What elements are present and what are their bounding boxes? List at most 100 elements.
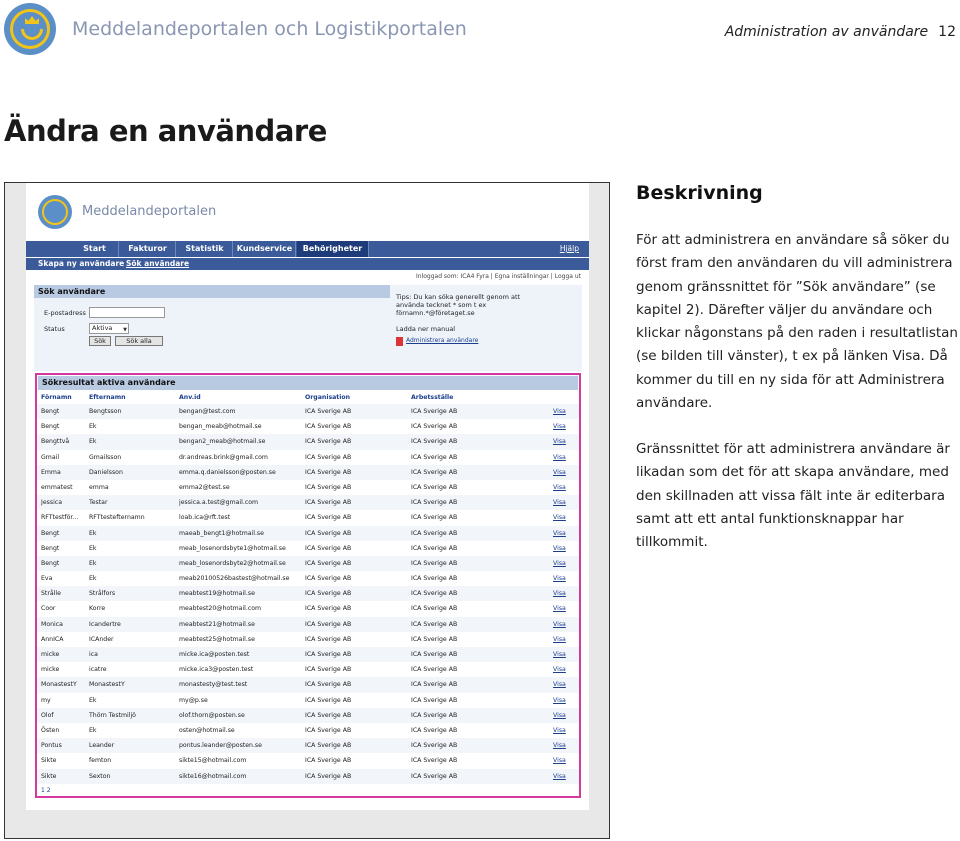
table-row[interactable]: Jessica Testar jessica.a.test@gmail.com ICA…	[37, 495, 579, 511]
search-button[interactable]: Sök	[89, 336, 111, 346]
pager[interactable]: 1 2	[41, 787, 51, 794]
visa-link[interactable]: Visa	[553, 723, 573, 738]
table-row[interactable]: Strålle Strålfors meabtest19@hotmail.se ICA…	[37, 586, 579, 602]
visa-link[interactable]: Visa	[553, 708, 573, 723]
cell-fornamn: Bengt	[41, 408, 60, 415]
visa-link[interactable]: Visa	[553, 510, 573, 525]
cell-efternamn: Ek	[89, 696, 97, 704]
subnav-create-user[interactable]: Skapa ny användare	[38, 258, 124, 270]
visa-link[interactable]: Visa	[553, 480, 573, 495]
help-link[interactable]: Hjälp	[560, 241, 579, 257]
results-panel: Sökresultat aktiva användare Förnamn Eft…	[35, 373, 581, 798]
table-row[interactable]: Bengttvå Ek bengan2_meab@hotmail.se ICA Sve…	[37, 434, 579, 450]
email-input[interactable]	[89, 307, 165, 318]
cell-organisation: ICA Sverige AB	[305, 635, 352, 643]
status-select[interactable]: Aktiva ▼	[89, 323, 129, 334]
table-row[interactable]: MonastestY MonastestY monastesty@test.test…	[37, 677, 579, 693]
table-row[interactable]: Bengt Ek bengan_meab@hotmail.se ICA Sverige…	[37, 419, 579, 434]
cell-organisation: ICA Sverige AB	[305, 544, 352, 552]
col-fornamn[interactable]: Förnamn	[41, 391, 89, 404]
cell-arbetsstalle: ICA Sverige AB	[411, 423, 458, 431]
search-all-button[interactable]: Sök alla	[115, 336, 163, 346]
visa-link[interactable]: Visa	[553, 769, 573, 784]
cell-anvid: meabtest19@hotmail.se	[179, 590, 255, 598]
visa-link[interactable]: Visa	[553, 647, 573, 662]
cell-efternamn: Testar	[89, 499, 108, 507]
manual-link[interactable]: Administrera användare	[406, 337, 478, 344]
visa-link[interactable]: Visa	[553, 526, 573, 541]
visa-link[interactable]: Visa	[553, 753, 573, 768]
status-value: Aktiva	[92, 324, 113, 332]
table-row[interactable]: Östen Ek osten@hotmail.se ICA Sverige AB ICA…	[37, 723, 579, 738]
table-row[interactable]: micke ica micke.ica@posten.test ICA Sverige…	[37, 647, 579, 663]
visa-link[interactable]: Visa	[553, 450, 573, 465]
cell-anvid: micke.ica@posten.test	[179, 651, 250, 658]
table-row[interactable]: AnnICA ICAnder meabtest25@hotmail.se ICA Sv…	[37, 632, 579, 647]
subnav-search-user[interactable]: Sök användare	[126, 258, 189, 270]
table-row[interactable]: Bengt Bengtsson bengan@test.com ICA Sverige…	[37, 404, 579, 420]
tab-behorigheter[interactable]: Behörigheter	[297, 241, 369, 257]
visa-link[interactable]: Visa	[553, 434, 573, 449]
visa-link[interactable]: Visa	[553, 738, 573, 753]
col-organisation[interactable]: Organisation	[305, 391, 411, 404]
cell-efternamn: Ek	[89, 438, 97, 446]
cell-anvid: meabtest25@hotmail.se	[179, 635, 255, 643]
tab-statistik[interactable]: Statistik	[177, 241, 233, 257]
tab-fakturor[interactable]: Fakturor	[120, 241, 176, 257]
cell-organisation: ICA Sverige AB	[305, 453, 352, 461]
visa-link[interactable]: Visa	[553, 419, 573, 434]
app-window: Meddelandeportalen Start Fakturor Statis…	[26, 183, 589, 810]
visa-link[interactable]: Visa	[553, 541, 573, 556]
cell-anvid: osten@hotmail.se	[179, 726, 235, 734]
table-row[interactable]: emmatest emma emma2@test.se ICA Sverige AB I…	[37, 480, 579, 495]
tab-start[interactable]: Start	[71, 241, 119, 257]
visa-link[interactable]: Visa	[553, 632, 573, 647]
cell-organisation: ICA Sverige AB	[305, 711, 352, 719]
cell-organisation: ICA Sverige AB	[305, 423, 352, 431]
table-row[interactable]: Coor Korre meabtest20@hotmail.com ICA Sveri…	[37, 601, 579, 616]
cell-arbetsstalle: ICA Sverige AB	[411, 696, 458, 704]
table-row[interactable]: Sikte femton sikte15@hotmail.com ICA Sverig…	[37, 753, 579, 768]
visa-link[interactable]: Visa	[553, 662, 573, 677]
table-row[interactable]: RFTtestför... RFTtestefternamn loab.ica@rf…	[37, 510, 579, 525]
visa-link[interactable]: Visa	[553, 601, 573, 616]
visa-link[interactable]: Visa	[553, 404, 573, 419]
table-row[interactable]: Bengt Ek meab_losenordsbyte1@hotmail.se ICA…	[37, 541, 579, 556]
table-row[interactable]: Pontus Leander pontus.leander@posten.se ICA…	[37, 738, 579, 754]
cell-fornamn: Bengttvå	[41, 438, 70, 446]
table-row[interactable]: Bengt Ek maeab_bengt1@hotmail.se ICA Sverig…	[37, 525, 579, 541]
visa-link[interactable]: Visa	[553, 571, 573, 586]
cell-organisation: ICA Sverige AB	[305, 408, 352, 415]
tab-kundservice[interactable]: Kundservice	[234, 241, 296, 257]
cell-organisation: ICA Sverige AB	[305, 726, 352, 734]
cell-fornamn: Eva	[41, 575, 53, 583]
cell-efternamn: emma	[89, 483, 109, 491]
table-row[interactable]: Emma Danielsson emma.q.danielsson@posten.s…	[37, 464, 579, 480]
cell-anvid: meab20100526bastest@hotmail.se	[179, 575, 290, 583]
cell-efternamn: Korre	[89, 605, 106, 613]
table-row[interactable]: Bengt Ek meab_losenordsbyte2@hotmail.se ICA…	[37, 555, 579, 572]
table-row[interactable]: Monica Icandertre meabtest21@hotmail.se ICA…	[37, 616, 579, 632]
table-row[interactable]: Sikte Sexton sikte16@hotmail.com ICA Sverig…	[37, 768, 579, 784]
table-row[interactable]: micke icatre micke.ica3@posten.test ICA Sve…	[37, 662, 579, 677]
visa-link[interactable]: Visa	[553, 586, 573, 601]
visa-link[interactable]: Visa	[553, 617, 573, 632]
visa-link[interactable]: Visa	[553, 556, 573, 571]
table-row[interactable]: Olof Thörn Testmiljö olof.thorn@posten.se I…	[37, 707, 579, 723]
table-row[interactable]: my Ek my@p.se ICA Sverige AB ICA Sverige AB V…	[37, 693, 579, 708]
visa-link[interactable]: Visa	[553, 693, 573, 708]
visa-link[interactable]: Visa	[553, 677, 573, 692]
table-row[interactable]: Eva Ek meab20100526bastest@hotmail.se ICA S…	[37, 571, 579, 586]
search-tips: Tips: Du kan söka generellt genom att an…	[396, 293, 521, 317]
cell-efternamn: icatre	[89, 666, 107, 674]
cell-anvid: bengan2_meab@hotmail.se	[179, 438, 266, 446]
table-row[interactable]: Gmail Gmailsson dr.andreas.brink@gmail.com…	[37, 450, 579, 465]
visa-link[interactable]: Visa	[553, 495, 573, 510]
col-anvid[interactable]: Anv.id	[179, 391, 305, 404]
col-arbetsstalle[interactable]: Arbetsställe	[411, 391, 551, 404]
col-efternamn[interactable]: Efternamn	[89, 391, 179, 404]
results-header: Förnamn Efternamn Anv.id Organisation Ar…	[37, 391, 579, 404]
app-brand: Meddelandeportalen	[82, 204, 217, 219]
cell-fornamn: Coor	[41, 605, 56, 613]
visa-link[interactable]: Visa	[553, 465, 573, 480]
